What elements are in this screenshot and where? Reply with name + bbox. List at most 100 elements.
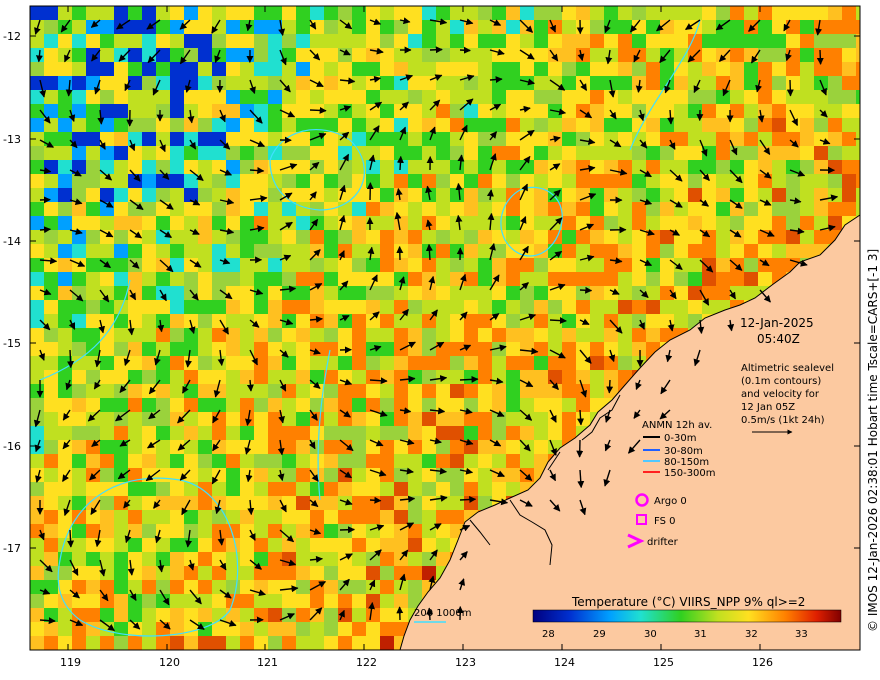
sst-cell [282,76,296,90]
sst-cell [786,146,800,160]
sst-cell [198,580,212,594]
sst-cell [198,496,212,510]
sst-cell [646,272,660,286]
sst-cell [114,594,128,608]
credit-text: © IMOS 12-Jan-2026 02:38:01 Hobart time … [866,249,880,632]
sst-cell [632,202,646,216]
sst-cell [254,496,268,510]
sst-cell [352,314,366,328]
sst-cell [464,34,478,48]
sst-cell [338,146,352,160]
sst-cell [338,594,352,608]
sst-cell [44,622,58,636]
sst-cell [716,272,730,286]
x-tick-label: 126 [752,656,773,669]
x-tick-label: 123 [455,656,476,669]
sst-cell [464,398,478,412]
sst-cell [58,90,72,104]
sst-cell [184,62,198,76]
sst-cell [772,258,786,272]
sst-cell [576,412,590,426]
sst-cell [72,468,86,482]
sst-cell [310,314,324,328]
sst-cell [618,174,632,188]
sst-cell [464,202,478,216]
sst-cell [310,538,324,552]
sst-cell [324,594,338,608]
sst-cell [520,370,534,384]
sst-cell [142,146,156,160]
sst-cell [338,538,352,552]
sst-cell [282,146,296,160]
sst-cell [30,62,44,76]
sst-cell [716,188,730,202]
sst-cell [296,6,310,20]
sst-cell [436,258,450,272]
sst-cell [660,258,674,272]
sst-cell [100,76,114,90]
sst-cell [226,132,240,146]
sst-cell [366,34,380,48]
sst-cell [436,412,450,426]
colorbar-tick: 32 [745,629,758,640]
sst-cell [352,426,366,440]
sst-cell [464,230,478,244]
sst-cell [114,174,128,188]
sst-cell [240,370,254,384]
sst-cell [450,104,464,118]
sst-cell [30,160,44,174]
sst-cell [44,468,58,482]
sst-cell [534,314,548,328]
sst-cell [282,258,296,272]
sst-cell [618,314,632,328]
sst-cell [240,104,254,118]
sst-cell [506,370,520,384]
sst-cell [394,412,408,426]
sst-cell [296,62,310,76]
sst-cell [422,132,436,146]
sst-cell [184,174,198,188]
sst-cell [464,146,478,160]
sst-cell [268,342,282,356]
sst-cell [436,216,450,230]
sst-cell [366,440,380,454]
sst-cell [618,258,632,272]
sst-cell [604,48,618,62]
sst-cell [478,328,492,342]
sst-cell [240,482,254,496]
sst-cell [338,342,352,356]
sst-cell [198,258,212,272]
sst-cell [730,188,744,202]
sst-cell [114,412,128,426]
sst-cell [576,174,590,188]
velocity-arrow [459,496,477,504]
sst-cell [156,328,170,342]
sst-cell [814,132,828,146]
sst-cell [86,412,100,426]
sst-cell [198,272,212,286]
sst-cell [450,314,464,328]
sst-cell [212,636,226,650]
sst-cell [212,510,226,524]
sst-cell [366,538,380,552]
sst-cell [352,62,366,76]
sst-cell [646,160,660,174]
sst-cell [352,76,366,90]
sst-cell [590,216,604,230]
velocity-arrow [369,496,382,504]
sst-cell [534,356,548,370]
sst-cell [464,258,478,272]
sst-cell [492,398,506,412]
sst-cell [478,174,492,188]
sst-cell [72,6,86,20]
sst-cell [324,566,338,580]
anmn-label: 30-80m [664,446,703,457]
sst-cell [142,314,156,328]
sst-cell [226,314,240,328]
sst-cell [128,510,142,524]
sst-cell [436,356,450,370]
sst-cell [268,608,282,622]
velocity-arrow [39,226,51,234]
sst-cell [254,454,268,468]
sst-cell [44,496,58,510]
